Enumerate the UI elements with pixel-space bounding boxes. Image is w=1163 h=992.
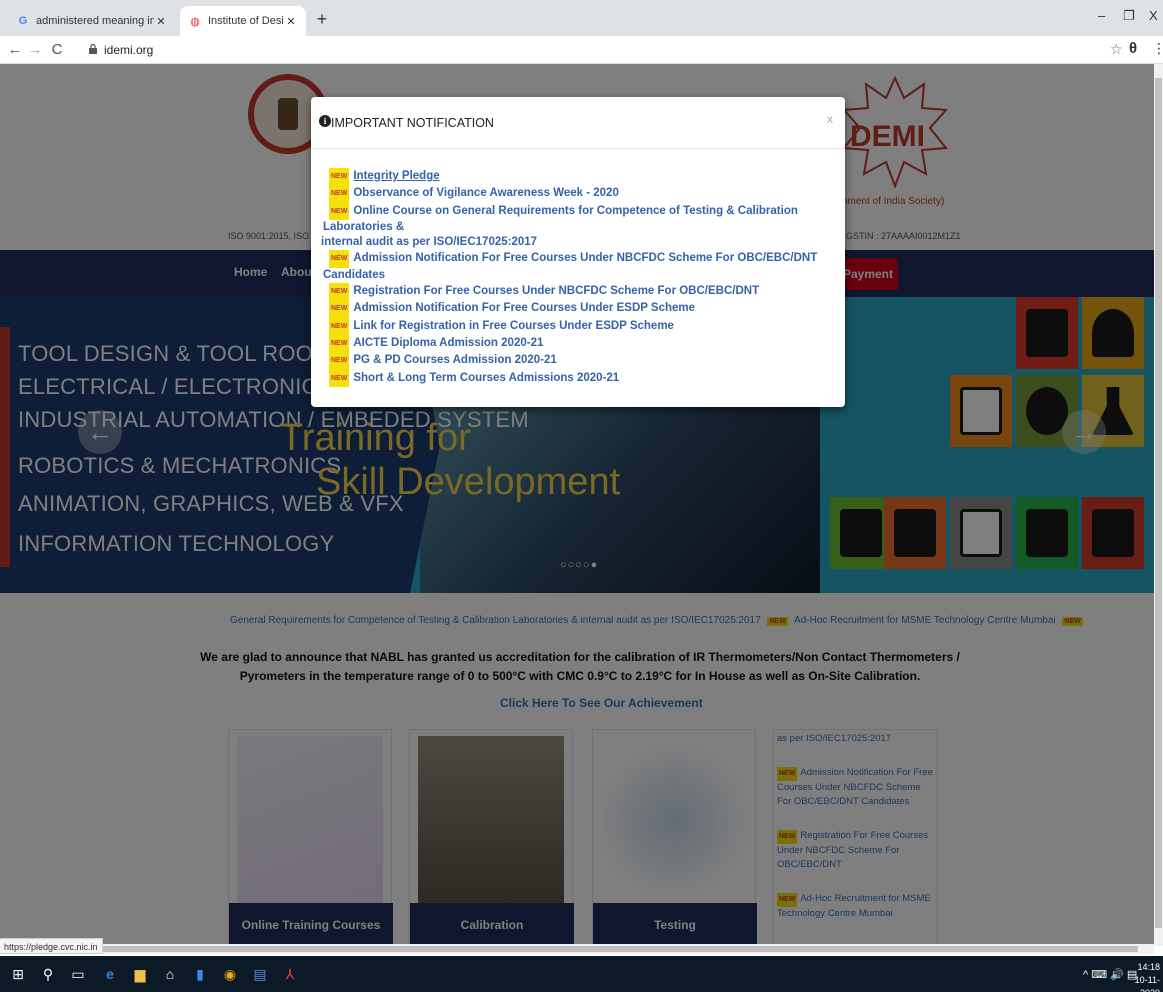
- back-icon[interactable]: ←: [6, 41, 24, 59]
- clock-time: 14:18: [1137, 962, 1160, 972]
- edge-icon[interactable]: e: [100, 964, 120, 984]
- new-badge-icon: NEW: [329, 202, 350, 220]
- bookmark-star-icon[interactable]: ☆: [1110, 41, 1123, 58]
- close-window-button[interactable]: X: [1149, 8, 1158, 23]
- vertical-scrollbar[interactable]: [1154, 64, 1163, 946]
- acrobat-icon[interactable]: ⅄: [280, 964, 300, 984]
- chrome-icon[interactable]: ◉: [220, 964, 240, 984]
- menu-kebab-icon[interactable]: ⋮: [1152, 40, 1163, 57]
- notification-item: NEW AICTE Diploma Admission 2020-21: [323, 334, 833, 353]
- notification-item: NEW Link for Registration in Free Courses…: [323, 317, 833, 335]
- scrollbar-thumb[interactable]: [98, 946, 1138, 952]
- new-badge-icon: NEW: [329, 300, 350, 318]
- notification-link[interactable]: Observance of Vigilance Awareness Week -…: [353, 187, 619, 199]
- notification-link[interactable]: Online Course on General Requirements fo…: [323, 205, 798, 233]
- tab-title: administered meaning in marath: [36, 15, 154, 27]
- notification-link[interactable]: Integrity Pledge: [353, 170, 439, 182]
- new-badge-icon: NEW: [329, 185, 350, 203]
- tab-strip: G administered meaning in marath ✕ ◍ Ins…: [0, 0, 1163, 36]
- notification-list: NEW Integrity Pledge NEW Observance of Vig…: [321, 168, 833, 387]
- windows-start-icon[interactable]: ⊞: [8, 964, 28, 984]
- minimize-button[interactable]: –: [1098, 8, 1105, 23]
- notification-link[interactable]: Short & Long Term Courses Admissions 202…: [353, 372, 619, 384]
- new-badge-icon: NEW: [329, 369, 350, 387]
- new-badge-icon: NEW: [329, 334, 350, 353]
- notification-item: NEW Admission Notification For Free Cours…: [323, 250, 833, 283]
- search-icon[interactable]: ⚲: [38, 964, 58, 984]
- horizontal-scrollbar[interactable]: [96, 944, 1154, 954]
- notification-link[interactable]: AICTE Diploma Admission 2020-21: [353, 337, 543, 349]
- clock[interactable]: 14:18 10-11-2020: [1126, 961, 1160, 992]
- task-view-icon[interactable]: ▭: [68, 964, 88, 984]
- notification-link[interactable]: Admission Notification For Free Courses …: [323, 252, 817, 280]
- lock-icon[interactable]: [89, 44, 97, 54]
- profile-icon[interactable]: θ: [1129, 40, 1137, 57]
- important-notification-modal: i IMPORTANT NOTIFICATION x NEW Integrity …: [311, 97, 845, 407]
- new-tab-button[interactable]: +: [312, 9, 332, 29]
- tab-idemi[interactable]: ◍ Institute of Design for Electrical M ✕: [180, 6, 306, 36]
- address-toolbar: ← → C idemi.org ☆ θ ⋮: [0, 36, 1163, 64]
- globe-icon: ◍: [190, 15, 200, 28]
- notification-link[interactable]: PG & PD Courses Admission 2020-21: [353, 354, 556, 366]
- status-url: https://pledge.cvc.nic.in: [0, 938, 103, 954]
- close-tab-icon[interactable]: ✕: [284, 15, 298, 28]
- notification-item: NEW Short & Long Term Courses Admissions …: [323, 369, 833, 387]
- modal-title: IMPORTANT NOTIFICATION: [331, 116, 494, 130]
- maximize-button[interactable]: ❐: [1123, 8, 1135, 24]
- new-badge-icon: NEW: [329, 352, 350, 370]
- new-badge-icon: NEW: [329, 317, 350, 335]
- scrollbar-thumb[interactable]: [1155, 78, 1162, 928]
- tablet-icon[interactable]: ▮: [190, 964, 210, 984]
- notification-item: NEW Observance of Vigilance Awareness Wee…: [323, 185, 833, 203]
- notification-item: NEW Online Course on General Requirements…: [323, 202, 833, 236]
- reload-icon[interactable]: C: [48, 41, 66, 59]
- new-badge-icon: NEW: [329, 168, 350, 186]
- document-icon[interactable]: ▤: [250, 964, 270, 984]
- new-badge-icon: NEW: [329, 250, 350, 268]
- close-tab-icon[interactable]: ✕: [154, 15, 168, 28]
- info-icon: i: [319, 115, 331, 127]
- page-viewport: DEMI nment of India Society) ISO 9001:20…: [0, 64, 1154, 946]
- google-icon: G: [18, 15, 28, 27]
- notification-item-continuation: internal audit as per ISO/IEC17025:2017: [321, 235, 833, 250]
- notification-item: NEW PG & PD Courses Admission 2020-21: [323, 352, 833, 370]
- notification-link[interactable]: internal audit as per ISO/IEC17025:2017: [321, 236, 537, 248]
- notification-link[interactable]: Registration For Free Courses Under NBCF…: [353, 285, 759, 297]
- tab-google-search[interactable]: G administered meaning in marath ✕: [8, 6, 176, 36]
- modal-header: i IMPORTANT NOTIFICATION x: [311, 97, 845, 149]
- notification-item: NEW Integrity Pledge: [323, 168, 833, 186]
- notification-item: NEW Admission Notification For Free Cours…: [323, 300, 833, 318]
- file-explorer-icon[interactable]: ▆: [130, 964, 150, 984]
- windows-taskbar: ⊞ ⚲ ▭ e ▆ ⌂ ▮ ◉ ▤ ⅄ ^ ⌨ 🔊 ▤ 14:18 10-11-…: [0, 956, 1163, 992]
- modal-close-button[interactable]: x: [827, 112, 833, 126]
- tab-title: Institute of Design for Electrical M: [208, 15, 284, 27]
- forward-icon[interactable]: →: [26, 41, 44, 59]
- store-icon[interactable]: ⌂: [160, 964, 180, 984]
- new-badge-icon: NEW: [329, 283, 350, 301]
- notification-item: NEW Registration For Free Courses Under N…: [323, 283, 833, 301]
- url-field[interactable]: idemi.org: [104, 43, 153, 57]
- clock-date: 10-11-2020: [1134, 975, 1160, 992]
- notification-link[interactable]: Admission Notification For Free Courses …: [353, 302, 695, 314]
- notification-link[interactable]: Link for Registration in Free Courses Un…: [353, 320, 674, 332]
